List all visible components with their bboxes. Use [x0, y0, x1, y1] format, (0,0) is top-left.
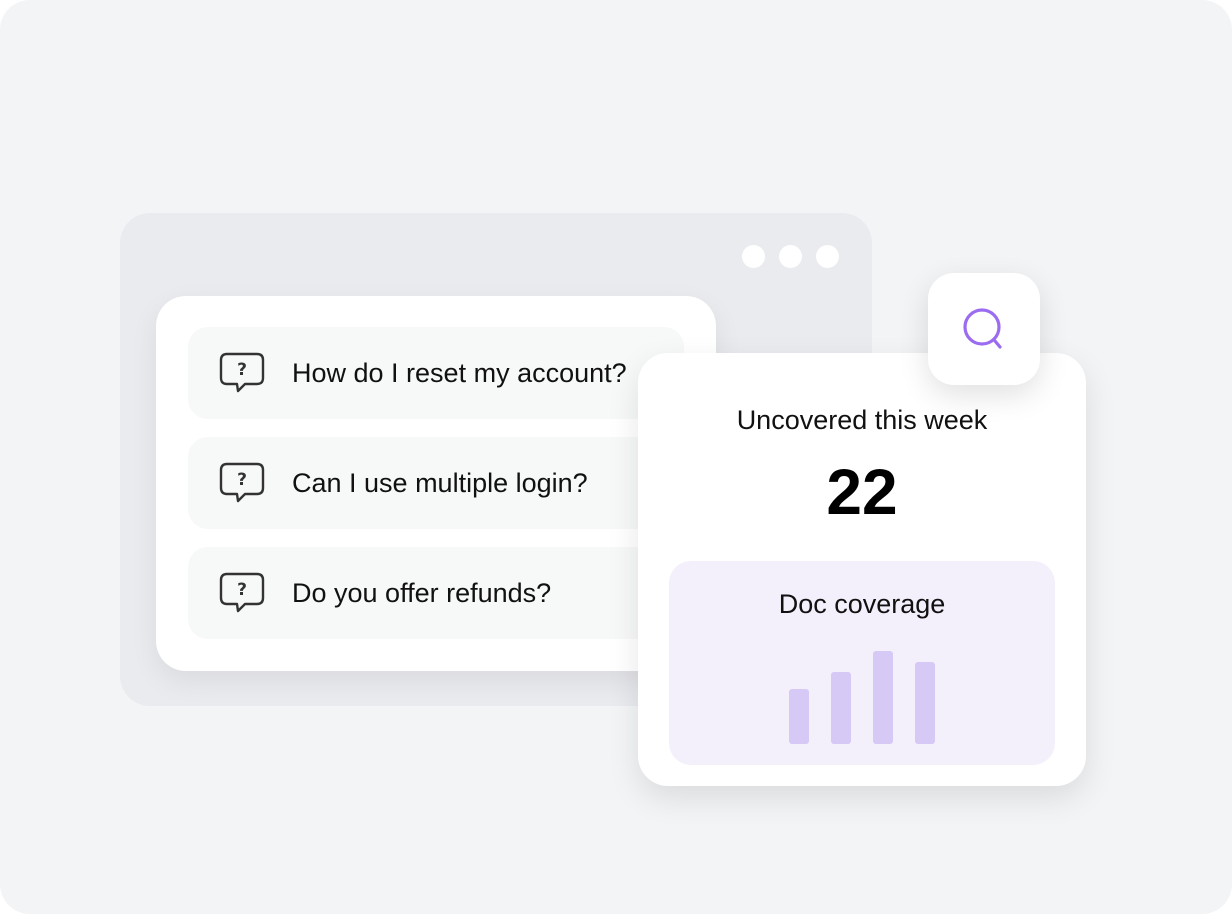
question-bubble-icon: ?	[218, 461, 266, 505]
doc-coverage-panel: Doc coverage	[669, 561, 1055, 765]
coverage-bar	[873, 651, 893, 744]
coverage-title: Doc coverage	[778, 589, 946, 619]
coverage-bar	[831, 672, 851, 744]
search-button[interactable]	[928, 273, 1040, 385]
coverage-bar	[915, 662, 935, 744]
question-bubble-icon: ?	[218, 351, 266, 395]
question-item[interactable]: ? How do I reset my account?	[188, 327, 684, 419]
canvas-background: ? How do I reset my account? ? Can I use…	[0, 0, 1232, 914]
coverage-bar-chart	[789, 651, 939, 744]
stats-label: Uncovered this week	[736, 405, 988, 435]
question-bubble-icon: ?	[218, 571, 266, 615]
questions-card: ? How do I reset my account? ? Can I use…	[156, 296, 716, 671]
svg-text:?: ?	[237, 470, 247, 490]
search-icon	[963, 308, 1002, 349]
window-dot-3	[816, 245, 839, 268]
svg-text:?: ?	[237, 580, 247, 600]
question-item[interactable]: ? Do you offer refunds?	[188, 547, 684, 639]
svg-text:?: ?	[237, 360, 247, 380]
question-text: Do you offer refunds?	[292, 578, 552, 608]
question-item[interactable]: ? Can I use multiple login?	[188, 437, 684, 529]
window-dot-2	[779, 245, 802, 268]
window-dot-1	[742, 245, 765, 268]
coverage-bar	[789, 689, 809, 744]
stats-value: 22	[826, 456, 898, 528]
stats-card: Uncovered this week 22 Doc coverage	[638, 353, 1086, 786]
question-text: How do I reset my account?	[292, 358, 627, 388]
question-text: Can I use multiple login?	[292, 468, 588, 498]
